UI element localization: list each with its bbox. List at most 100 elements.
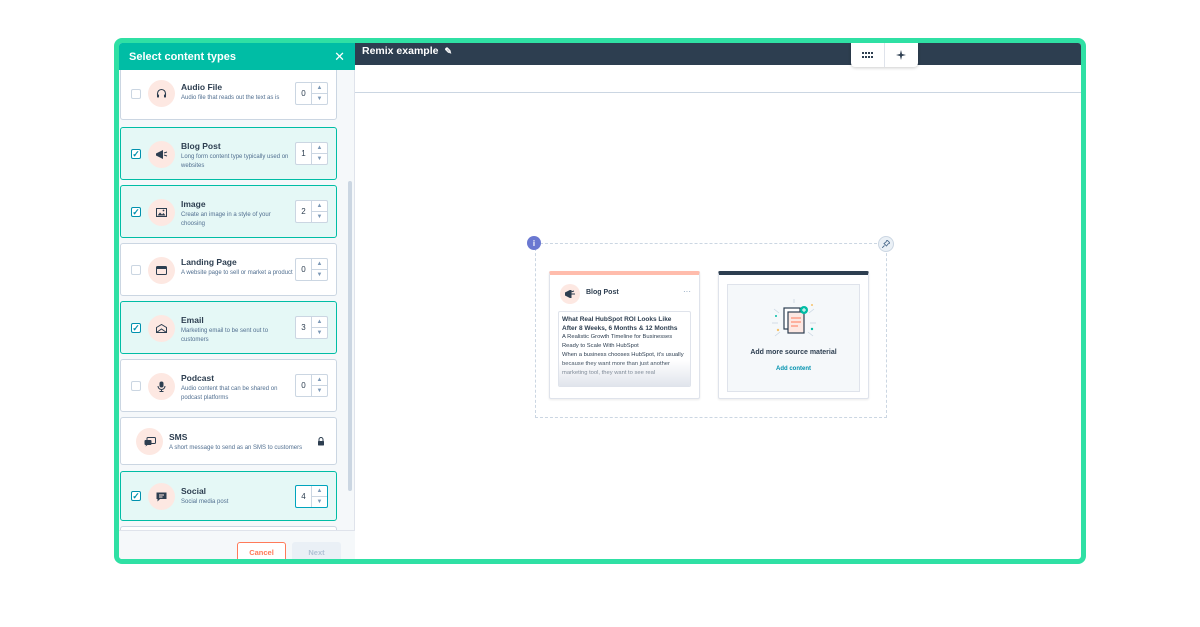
megaphone-icon xyxy=(560,284,580,304)
documents-icon xyxy=(772,299,816,337)
app-frame: Remix example ✎ i Blog Post ··· What Real… xyxy=(114,38,1086,564)
content-type-blog-post[interactable]: ✓ Blog Post Long form content type typic… xyxy=(120,127,337,180)
chevron-down-icon[interactable]: ▼ xyxy=(312,385,327,396)
canvas-header xyxy=(355,43,1081,65)
info-icon[interactable]: i xyxy=(527,236,541,250)
browser-icon xyxy=(148,257,175,284)
sparkle-icon[interactable] xyxy=(884,43,917,67)
checkbox-checked[interactable]: ✓ xyxy=(131,207,141,217)
cancel-button[interactable]: Cancel xyxy=(237,542,286,559)
chevron-up-icon[interactable]: ▲ xyxy=(312,486,327,496)
add-source-area[interactable]: Add more source material Add content xyxy=(727,284,860,392)
chevron-down-icon[interactable]: ▼ xyxy=(312,496,327,507)
content-type-sms: SMS A short message to send as an SMS to… xyxy=(120,417,337,465)
content-type-name: Social xyxy=(181,486,207,496)
chevron-up-icon[interactable]: ▲ xyxy=(312,259,327,269)
content-types-panel: Select content types ✕ Audio File Audio … xyxy=(119,43,355,559)
quantity-value: 0 xyxy=(301,89,306,98)
blog-post-source-card[interactable]: Blog Post ··· What Real HubSpot ROI Look… xyxy=(549,271,700,399)
quantity-value: 1 xyxy=(301,149,306,158)
content-type-description: A website page to sell or market a produ… xyxy=(181,270,293,276)
content-type-name: Podcast xyxy=(181,373,215,383)
canvas-divider xyxy=(355,92,1081,93)
quantity-stepper[interactable]: 3 ▲ ▼ xyxy=(295,316,328,339)
chevron-down-icon[interactable]: ▼ xyxy=(312,269,327,280)
megaphone-icon xyxy=(148,141,175,168)
quantity-value: 2 xyxy=(301,207,306,216)
page-title-text: Remix example xyxy=(362,45,439,57)
content-type-name: SMS xyxy=(169,432,188,442)
content-type-social[interactable]: ✓ Social Social media post 4 ▲ ▼ xyxy=(120,471,337,521)
image-icon xyxy=(148,199,175,226)
chevron-up-icon[interactable]: ▲ xyxy=(312,143,327,153)
content-type-audio-file[interactable]: Audio File Audio file that reads out the… xyxy=(120,70,337,120)
content-type-podcast[interactable]: Podcast Audio content that can be shared… xyxy=(120,359,337,412)
chevron-down-icon[interactable]: ▼ xyxy=(312,211,327,222)
page-title[interactable]: Remix example ✎ xyxy=(362,45,452,57)
panel-scrollbar[interactable] xyxy=(347,70,353,530)
add-source-card: Add more source material Add content xyxy=(718,271,869,399)
quantity-stepper[interactable]: 2 ▲ ▼ xyxy=(295,200,328,223)
chat-icon xyxy=(136,428,163,455)
canvas-toolbar xyxy=(851,43,918,67)
content-type-name: Landing Page xyxy=(181,257,237,267)
content-type-description: Audio file that reads out the text as is xyxy=(181,95,280,101)
panel-title: Select content types xyxy=(129,50,236,63)
quantity-value: 4 xyxy=(301,492,306,501)
more-options-icon[interactable]: ··· xyxy=(683,287,691,296)
add-source-title: Add more source material xyxy=(750,349,837,356)
chevron-up-icon[interactable]: ▲ xyxy=(312,317,327,327)
chevron-up-icon[interactable]: ▲ xyxy=(312,375,327,385)
quantity-stepper[interactable]: 0 ▲ ▼ xyxy=(295,374,328,397)
content-type-description: Social media post xyxy=(181,499,229,505)
next-button[interactable]: Next xyxy=(292,542,341,559)
quantity-stepper[interactable]: 4 ▲ ▼ xyxy=(295,485,328,508)
add-content-link[interactable]: Add content xyxy=(728,366,859,372)
checkbox-checked[interactable]: ✓ xyxy=(131,323,141,333)
quantity-value: 0 xyxy=(301,265,306,274)
quantity-stepper[interactable]: 0 ▲ ▼ xyxy=(295,258,328,281)
chevron-down-icon[interactable]: ▼ xyxy=(312,153,327,164)
content-type-image[interactable]: ✓ Image Create an image in a style of yo… xyxy=(120,185,337,238)
content-type-landing-page[interactable]: Landing Page A website page to sell or m… xyxy=(120,243,337,296)
blog-body-text: When a business chooses HubSpot, it's us… xyxy=(562,352,684,376)
chevron-down-icon[interactable]: ▼ xyxy=(312,327,327,338)
checkbox-checked[interactable]: ✓ xyxy=(131,491,141,501)
pencil-icon[interactable]: ✎ xyxy=(444,46,452,57)
content-type-name: Email xyxy=(181,315,204,325)
source-card-label: Blog Post xyxy=(586,289,619,296)
checkbox-checked[interactable]: ✓ xyxy=(131,149,141,159)
grid-view-icon[interactable] xyxy=(851,43,884,67)
content-type-email[interactable]: ✓ Email Marketing email to be sent out t… xyxy=(120,301,337,354)
microphone-icon xyxy=(148,373,175,400)
content-type-description: Audio content that can be shared on podc… xyxy=(181,386,278,401)
blog-preview: What Real HubSpot ROI Looks Like After 8… xyxy=(558,311,691,387)
checkbox[interactable] xyxy=(131,89,141,99)
chevron-up-icon[interactable]: ▲ xyxy=(312,83,327,93)
content-type-description: Marketing email to be sent out to custom… xyxy=(181,328,269,343)
content-type-description: Create an image in a style of your choos… xyxy=(181,212,271,227)
chevron-down-icon[interactable]: ▼ xyxy=(312,93,327,104)
content-type-list: Audio File Audio file that reads out the… xyxy=(119,70,355,530)
blog-title: What Real HubSpot ROI Looks Like After 8… xyxy=(562,316,678,332)
quantity-stepper[interactable]: 0 ▲ ▼ xyxy=(295,82,328,105)
chevron-up-icon[interactable]: ▲ xyxy=(312,201,327,211)
checkbox[interactable] xyxy=(131,265,141,275)
close-icon[interactable]: ✕ xyxy=(334,50,345,63)
panel-header: Select content types ✕ xyxy=(119,43,355,70)
pin-icon[interactable] xyxy=(878,236,894,252)
quantity-value: 3 xyxy=(301,323,306,332)
content-type-description: Long form content type typically used on… xyxy=(181,154,289,169)
checkbox[interactable] xyxy=(131,381,141,391)
content-type-name: Audio File xyxy=(181,82,223,92)
content-type-name: Image xyxy=(181,199,206,209)
headphones-icon xyxy=(148,80,175,107)
scrollbar-thumb[interactable] xyxy=(348,181,352,491)
blog-subtitle: A Realistic Growth Timeline for Business… xyxy=(562,334,673,349)
quantity-stepper[interactable]: 1 ▲ ▼ xyxy=(295,142,328,165)
content-type-name: Blog Post xyxy=(181,141,221,151)
envelope-icon xyxy=(148,315,175,342)
quantity-value: 0 xyxy=(301,381,306,390)
speech-bubble-icon xyxy=(148,483,175,510)
panel-footer: Cancel Next xyxy=(119,530,355,559)
